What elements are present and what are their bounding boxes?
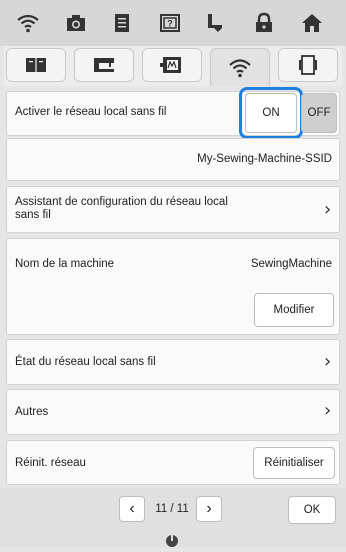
prev-page-button[interactable]: ‹: [119, 496, 145, 522]
sewing-machine-icon: [94, 58, 114, 72]
document-icon: [115, 14, 129, 32]
ok-button[interactable]: OK: [288, 496, 336, 524]
sewing-machine-tab[interactable]: [74, 48, 134, 82]
help-tab[interactable]: ?: [150, 6, 190, 40]
embroidery-tab[interactable]: [196, 6, 236, 40]
pages-tab[interactable]: [278, 48, 338, 82]
machine-name-value: SewingMachine: [250, 258, 332, 270]
chevron-left-icon: ‹: [129, 500, 135, 517]
chevron-right-icon: ›: [324, 400, 332, 421]
page-indicator: 11 / 11: [155, 503, 189, 515]
pages-icon: [299, 55, 317, 75]
reset-button[interactable]: Réinitialiser: [253, 447, 335, 479]
modify-button[interactable]: Modifier: [254, 293, 334, 327]
wifi-icon: [229, 58, 251, 77]
wlan-status-label: État du réseau local sans fil: [15, 356, 156, 368]
book-icon: [26, 58, 46, 72]
next-page-button[interactable]: ›: [196, 496, 222, 522]
chevron-right-icon: ›: [324, 199, 332, 220]
home-icon: [302, 14, 322, 32]
svg-text:?: ?: [167, 19, 173, 29]
wifi-tab[interactable]: [8, 6, 48, 40]
document-tab[interactable]: [102, 6, 142, 40]
wlan-assistant-label: Assistant de configuration du réseau loc…: [15, 196, 228, 221]
others-row[interactable]: [6, 389, 340, 435]
lock-tab[interactable]: [244, 6, 284, 40]
wlan-off-button[interactable]: OFF: [301, 93, 337, 133]
lock-icon: [256, 12, 272, 32]
camera-icon: [67, 15, 85, 31]
machine-name-label: Nom de la machine: [15, 258, 115, 270]
wlan-enable-label: Activer le réseau local sans fil: [15, 106, 167, 118]
network-reset-label: Réinit. réseau: [15, 457, 86, 469]
book-tab[interactable]: [6, 48, 66, 82]
help-icon: ?: [160, 14, 180, 32]
others-label: Autres: [15, 406, 49, 418]
embroidery-icon: [208, 14, 222, 32]
embroidery-frame-icon: [160, 57, 181, 73]
wifi-icon: [17, 14, 39, 33]
camera-tab[interactable]: [56, 6, 96, 40]
needle-icon: [165, 533, 179, 547]
embroidery-frame-tab[interactable]: [142, 48, 202, 82]
wifi-settings-tab[interactable]: [210, 48, 270, 86]
chevron-right-icon: ›: [206, 500, 212, 517]
home-tab[interactable]: [292, 6, 332, 40]
wlan-on-button[interactable]: ON: [245, 93, 297, 133]
ssid-value: My-Sewing-Machine-SSID: [197, 153, 332, 165]
chevron-right-icon: ›: [324, 351, 332, 372]
